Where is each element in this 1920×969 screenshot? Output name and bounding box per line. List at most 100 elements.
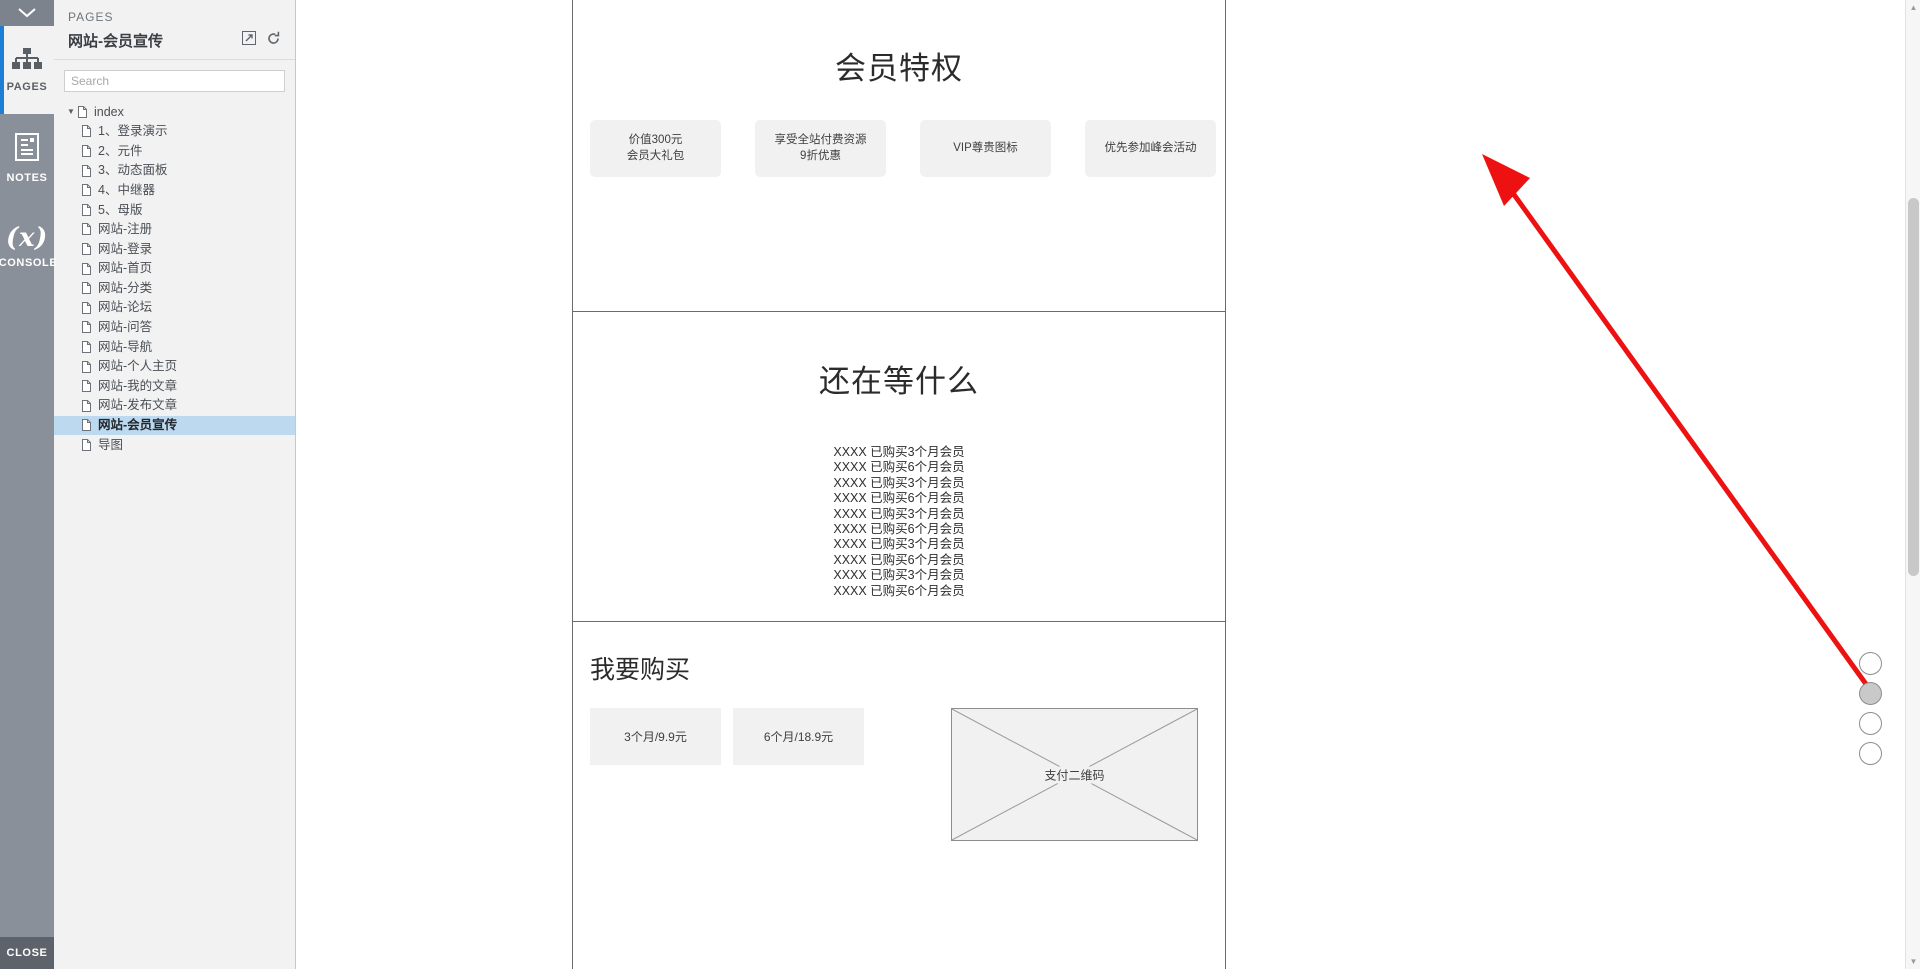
carousel-dots (1859, 652, 1882, 765)
tree-item[interactable]: ▼ index (54, 102, 295, 122)
perk-card-row: 价值300元 会员大礼包 享受全站付费资源 9折优惠 VIP尊贵图标 优先参加峰会活动 (573, 88, 1225, 177)
purchase-list-item: XXXX 已购买3个月会员 (833, 568, 965, 583)
rail-item-notes[interactable]: NOTES (0, 114, 54, 202)
rail-item-console[interactable]: (x) CONSOLE (0, 202, 58, 290)
vertical-scrollbar[interactable]: ▲ ▼ (1905, 0, 1920, 969)
scroll-up-arrow-icon[interactable]: ▲ (1906, 0, 1920, 15)
tree-item-label: 网站-注册 (98, 222, 153, 237)
tree-item-label: 5、母版 (98, 202, 143, 217)
tree-caret-icon[interactable]: ▼ (64, 107, 78, 116)
perk-card[interactable]: 价值300元 会员大礼包 (590, 120, 721, 177)
perks-heading: 会员特权 (835, 51, 963, 86)
price-option-3month[interactable]: 3个月/9.9元 (590, 708, 721, 765)
price-option-6month[interactable]: 6个月/18.9元 (733, 708, 864, 765)
tree-item[interactable]: 网站-登录 (54, 239, 295, 259)
page-file-icon (82, 223, 91, 236)
purchase-list-item: XXXX 已购买3个月会员 (833, 537, 965, 552)
collapse-panel-button[interactable] (0, 0, 54, 26)
rail-item-pages[interactable]: PAGES (0, 26, 54, 114)
sitemap-icon (12, 47, 42, 73)
rail-label-notes: NOTES (6, 171, 48, 184)
tree-item[interactable]: 网站-分类 (54, 278, 295, 298)
page-file-icon (82, 262, 91, 275)
carousel-dot[interactable] (1859, 742, 1882, 765)
tree-item[interactable]: 网站-问答 (54, 318, 295, 338)
page-file-icon (82, 282, 91, 295)
tree-item[interactable]: 网站-导航 (54, 337, 295, 357)
tree-item-label: 网站-导航 (98, 339, 153, 354)
tree-item-label: 网站-问答 (98, 320, 153, 335)
page-file-icon (82, 419, 91, 432)
pages-panel-actions (242, 31, 281, 51)
purchase-list-item: XXXX 已购买6个月会员 (833, 522, 965, 537)
purchase-list-item: XXXX 已购买3个月会员 (833, 475, 965, 490)
design-canvas[interactable]: 会员特权 价值300元 会员大礼包 享受全站付费资源 9折优惠 VIP尊贵图标 优先参加峰… (296, 0, 1920, 969)
vertical-scrollbar-thumb[interactable] (1908, 198, 1919, 576)
purchase-heading: 我要购买 (590, 656, 691, 684)
pages-tree: ▼ index 1、登录演示 2、元件 3、动态面板 4、中继器 5、母版网站-注册网站-登… (54, 98, 295, 455)
close-panel-button[interactable]: CLOSE (0, 937, 54, 969)
notes-icon (15, 132, 39, 164)
purchase-list-item: XXXX 已购买6个月会员 (833, 552, 965, 567)
pages-kicker: PAGES (68, 10, 114, 24)
perk-card[interactable]: 享受全站付费资源 9折优惠 (755, 120, 886, 177)
left-icon-rail: PAGES NOTES (x) CONSOLE CLOSE (0, 0, 58, 969)
carousel-dot[interactable] (1859, 652, 1882, 675)
tree-item-selected[interactable]: 网站-会员宣传 (54, 415, 295, 436)
tree-item[interactable]: 网站-论坛 (54, 298, 295, 318)
carousel-dot[interactable] (1859, 712, 1882, 735)
tree-item[interactable]: 1、登录演示 (54, 122, 295, 142)
tree-item[interactable]: 网站-注册 (54, 220, 295, 240)
tree-item-label: 网站-首页 (98, 261, 153, 276)
refresh-icon[interactable] (266, 31, 281, 51)
scroll-down-arrow-icon[interactable]: ▼ (1906, 954, 1920, 969)
tree-item[interactable]: 2、元件 (54, 141, 295, 161)
tree-item-label: 4、中继器 (98, 182, 155, 197)
pages-panel: PAGES 网站-会员宣传 Search ▼ index 1、登录演示 2、元件… (54, 0, 296, 969)
close-label: CLOSE (6, 947, 48, 959)
tree-item-label: 网站-我的文章 (98, 378, 178, 393)
payment-qr-label: 支付二维码 (1040, 766, 1109, 783)
perk-card-label: 优先参加峰会活动 (1104, 141, 1197, 154)
open-in-new-icon[interactable] (242, 31, 256, 50)
section-purchase: 我要购买 3个月/9.9元 6个月/18.9元 支付二维码 (572, 622, 1226, 969)
section-still-waiting: 还在等什么 XXXX 已购买3个月会员 XXXX 已购买6个月会员 XXXX 已购买… (572, 311, 1226, 622)
tree-item[interactable]: 网站-个人主页 (54, 357, 295, 377)
price-option-3month-label: 3个月/9.9元 (624, 730, 687, 744)
chevron-down-icon (18, 8, 36, 18)
page-file-icon (82, 301, 91, 314)
tree-item-label: index (94, 104, 124, 119)
page-file-icon (82, 438, 91, 451)
purchase-list-item: XXXX 已购买3个月会员 (833, 445, 965, 459)
perk-card[interactable]: VIP尊贵图标 (920, 120, 1051, 177)
carousel-dot-active[interactable] (1859, 682, 1882, 705)
tree-item[interactable]: 4、中继器 (54, 180, 295, 200)
tree-item-label: 网站-发布文章 (98, 398, 178, 413)
perk-card-label: 价值300元 会员大礼包 (626, 134, 685, 162)
waiting-heading: 还在等什么 (819, 364, 979, 399)
page-file-icon (78, 105, 87, 118)
purchase-list-item: XXXX 已购买3个月会员 (833, 506, 965, 521)
page-file-icon (82, 321, 91, 334)
tree-item[interactable]: 导图 (54, 435, 295, 455)
tree-item[interactable]: 网站-发布文章 (54, 396, 295, 416)
page-file-icon (82, 164, 91, 177)
tree-item[interactable]: 5、母版 (54, 200, 295, 220)
app-root: PAGES NOTES (x) CONSOLE CLOSE PAGES 网站-会… (0, 0, 1920, 969)
annotation-arrow (1482, 154, 1879, 700)
tree-item-label: 网站-登录 (98, 241, 153, 256)
rail-label-console: CONSOLE (0, 257, 58, 269)
page-title: 网站-会员宣传 (68, 33, 163, 50)
tree-item[interactable]: 网站-首页 (54, 259, 295, 279)
tree-item-label: 3、动态面板 (98, 163, 168, 178)
search-input[interactable] (64, 70, 285, 92)
tree-item[interactable]: 3、动态面板 (54, 161, 295, 181)
perk-card[interactable]: 优先参加峰会活动 (1085, 120, 1216, 177)
page-file-icon (82, 242, 91, 255)
pages-title-row: 网站-会员宣传 (68, 30, 281, 51)
rail-label-pages: PAGES (6, 80, 48, 93)
perk-card-label: VIP尊贵图标 (953, 141, 1018, 154)
price-option-row: 3个月/9.9元 6个月/18.9元 支付二维码 (573, 686, 1225, 841)
tree-item[interactable]: 网站-我的文章 (54, 376, 295, 396)
page-file-icon (82, 125, 91, 138)
